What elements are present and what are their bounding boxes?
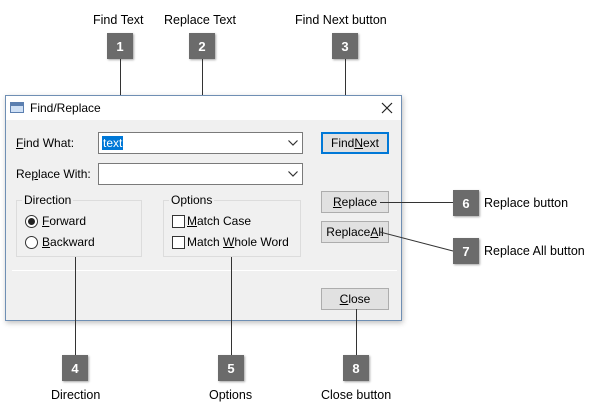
callout-badge-4: 4 <box>62 355 88 381</box>
find-what-label: Find What: <box>16 136 75 150</box>
caption-replace-all: Replace All button <box>484 244 585 258</box>
title-bar[interactable]: Find/Replace <box>6 96 401 120</box>
chevron-down-icon[interactable] <box>286 136 300 150</box>
replace-button[interactable]: Replace <box>321 191 389 213</box>
options-group-title: Options <box>169 193 215 207</box>
options-group: Options Match Case Match Whole Word <box>163 193 301 257</box>
callout-badge-1: 1 <box>107 33 133 59</box>
direction-group-title: Direction <box>22 193 74 207</box>
whole-word-checkbox[interactable] <box>172 236 185 249</box>
replace-all-button[interactable]: Replace All <box>321 221 389 243</box>
find-next-button[interactable]: Find Next <box>321 132 389 154</box>
backward-label: Backward <box>42 235 95 249</box>
forward-radio[interactable] <box>25 215 38 228</box>
callout-badge-3: 3 <box>332 33 358 59</box>
find-what-combo[interactable]: text <box>98 132 303 154</box>
backward-radio[interactable] <box>25 236 38 249</box>
match-case-checkbox[interactable] <box>172 215 185 228</box>
callout-line-5 <box>231 257 232 355</box>
caption-options: Options <box>209 388 253 402</box>
caption-replace-text: Replace Text <box>164 13 237 27</box>
callout-badge-5: 5 <box>218 355 244 381</box>
forward-label: Forward <box>42 214 87 228</box>
find-replace-dialog: Find/Replace Find What: text Replace Wit… <box>5 95 402 321</box>
callout-line-8 <box>356 309 357 355</box>
dialog-title: Find/Replace <box>30 101 101 115</box>
replace-with-label: Replace With: <box>16 167 91 181</box>
chevron-down-icon[interactable] <box>286 167 300 181</box>
direction-group: Direction Forward Backward <box>16 193 142 257</box>
callout-line-7 <box>380 231 454 252</box>
caption-find-next: Find Next button <box>295 13 387 27</box>
close-icon[interactable] <box>376 97 398 119</box>
find-what-value: text <box>102 136 124 150</box>
callout-badge-6: 6 <box>453 190 479 216</box>
caption-close: Close button <box>321 388 392 402</box>
caption-replace: Replace button <box>484 196 569 210</box>
caption-find-text: Find Text <box>93 13 144 27</box>
replace-with-combo[interactable] <box>98 163 303 185</box>
callout-line-6 <box>380 202 453 203</box>
separator <box>12 270 397 271</box>
callout-line-4 <box>75 257 76 355</box>
match-case-label: Match Case <box>187 214 252 228</box>
whole-word-label: Match Whole Word <box>187 235 289 249</box>
callout-badge-2: 2 <box>189 33 215 59</box>
app-window-icon <box>10 102 24 113</box>
callout-badge-7: 7 <box>453 238 479 264</box>
close-button[interactable]: Close <box>321 288 389 310</box>
callout-badge-8: 8 <box>343 355 369 381</box>
caption-direction: Direction <box>51 388 101 402</box>
